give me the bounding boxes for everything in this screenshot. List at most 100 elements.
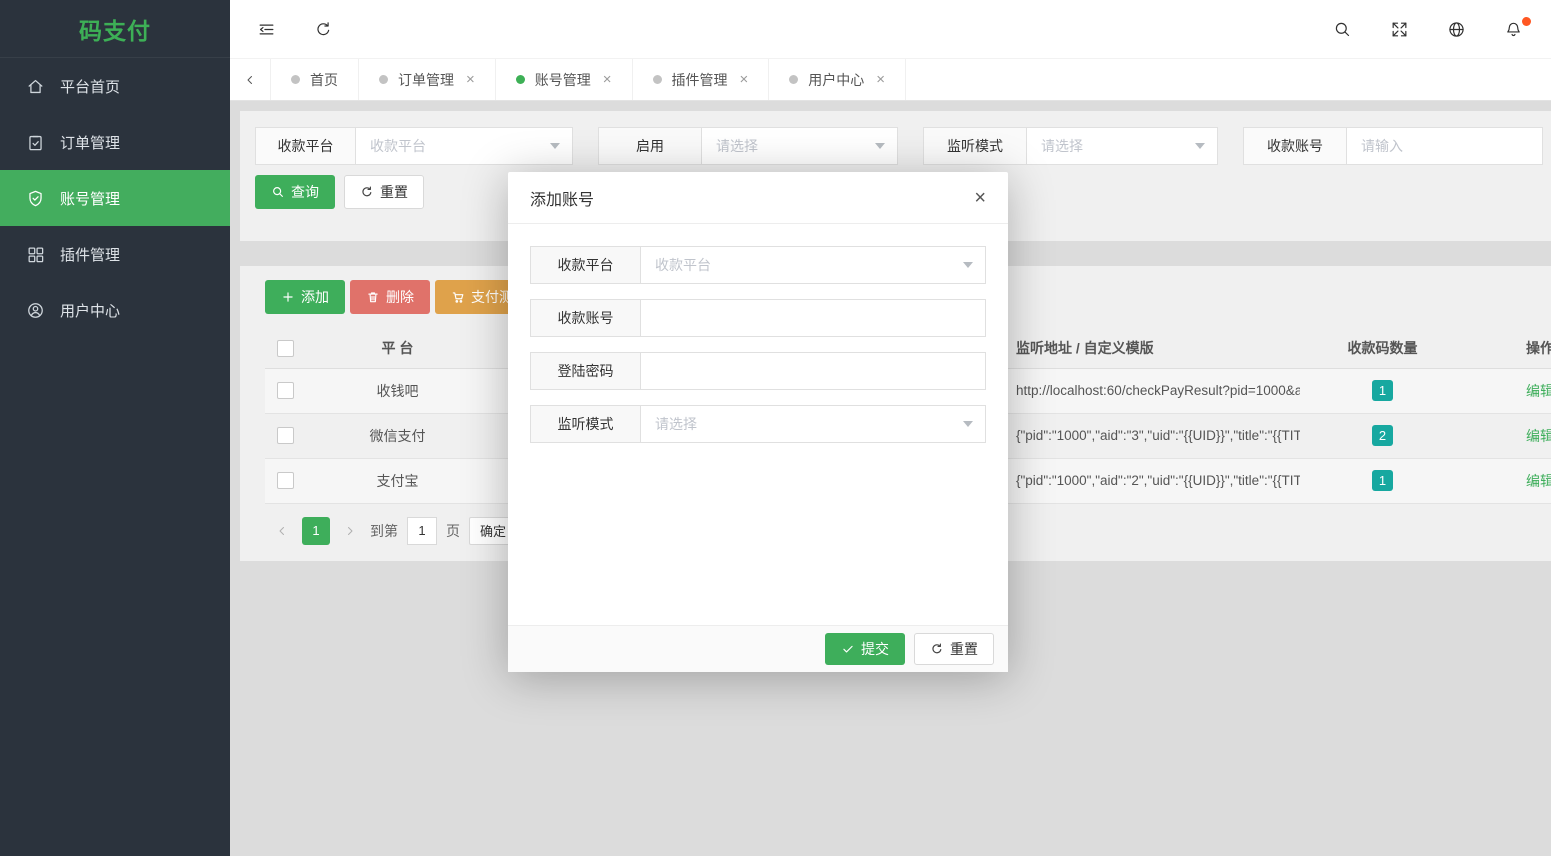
- select-placeholder: 收款平台: [655, 255, 711, 275]
- tab-close-icon[interactable]: ×: [740, 72, 749, 87]
- sidebar-item-user-center[interactable]: 用户中心: [0, 282, 230, 338]
- col-header-platform: 平 台: [305, 328, 490, 368]
- edit-link[interactable]: 编辑: [1526, 473, 1551, 489]
- globe-icon: [1447, 20, 1466, 39]
- add-account-button[interactable]: 添加: [265, 280, 345, 314]
- button-label: 重置: [950, 639, 978, 659]
- tab-close-icon[interactable]: ×: [876, 72, 885, 87]
- account-input[interactable]: [641, 300, 985, 336]
- button-label: 删除: [386, 287, 414, 307]
- row-checkbox[interactable]: [277, 472, 294, 489]
- chevron-down-icon: [875, 143, 885, 149]
- tab-label: 用户中心: [808, 70, 864, 90]
- tab-user-center[interactable]: 用户中心 ×: [769, 59, 906, 100]
- cart-icon: [451, 290, 465, 304]
- search-button[interactable]: [1332, 19, 1352, 39]
- modal-submit-button[interactable]: 提交: [825, 633, 905, 665]
- modal-field-platform: 收款平台 收款平台: [530, 246, 986, 284]
- refresh-page-button[interactable]: [313, 19, 333, 39]
- cell-listen: {"pid":"1000","aid":"3","uid":"{{UID}}",…: [1010, 413, 1300, 458]
- listen-mode-select[interactable]: 请选择: [641, 406, 985, 442]
- select-placeholder: 请选择: [1041, 136, 1083, 156]
- tab-accounts[interactable]: 账号管理 ×: [496, 59, 633, 100]
- row-checkbox[interactable]: [277, 382, 294, 399]
- platform-select[interactable]: 收款平台: [641, 247, 985, 283]
- button-label: 提交: [861, 639, 889, 659]
- tab-bar: 首页 订单管理 × 账号管理 × 插件管理 × 用户中心 ×: [230, 58, 1551, 101]
- filter-platform-select[interactable]: 收款平台: [356, 128, 572, 164]
- edit-link[interactable]: 编辑: [1526, 383, 1551, 399]
- prev-page-button[interactable]: [271, 517, 293, 545]
- filter-listen-mode: 监听模式 请选择: [923, 127, 1218, 165]
- chevron-right-icon: [344, 525, 356, 537]
- next-page-button[interactable]: [339, 517, 361, 545]
- refresh-icon: [314, 20, 333, 39]
- tab-label: 插件管理: [672, 70, 728, 90]
- plugin-grid-icon: [26, 245, 45, 264]
- page-number-button[interactable]: 1: [302, 517, 330, 545]
- tab-dot: [291, 75, 300, 84]
- qr-count-badge: 1: [1372, 380, 1393, 401]
- order-clipboard-icon: [26, 133, 45, 152]
- tab-label: 订单管理: [398, 70, 454, 90]
- bell-icon: [1504, 20, 1523, 39]
- search-icon: [271, 185, 285, 199]
- cell-listen: http://localhost:60/checkPayResult?pid=1…: [1010, 368, 1300, 413]
- tab-orders[interactable]: 订单管理 ×: [359, 59, 496, 100]
- modal-close-icon[interactable]: ×: [974, 188, 986, 208]
- tab-home[interactable]: 首页: [271, 59, 359, 100]
- password-input[interactable]: [641, 353, 985, 389]
- field-label: 收款账号: [531, 300, 641, 336]
- sidebar-item-home[interactable]: 平台首页: [0, 58, 230, 114]
- field-label: 收款平台: [531, 247, 641, 283]
- edit-link[interactable]: 编辑: [1526, 428, 1551, 444]
- menu-collapse-button[interactable]: [256, 19, 276, 39]
- sidebar-item-orders[interactable]: 订单管理: [0, 114, 230, 170]
- chevron-left-icon: [276, 525, 288, 537]
- sidebar-item-accounts[interactable]: 账号管理: [0, 170, 230, 226]
- filter-enabled: 启用 请选择: [598, 127, 898, 165]
- button-label: 重置: [380, 182, 408, 202]
- tab-label: 账号管理: [535, 70, 591, 90]
- sidebar: 码支付 平台首页 订单管理 账号管理 插件管理 用户中心: [0, 0, 230, 856]
- tab-plugins[interactable]: 插件管理 ×: [633, 59, 770, 100]
- tab-dot: [789, 75, 798, 84]
- filter-reset-button[interactable]: 重置: [344, 175, 424, 209]
- filter-enabled-select[interactable]: 请选择: [702, 128, 897, 164]
- notifications-button[interactable]: [1503, 19, 1523, 39]
- goto-page-input[interactable]: [407, 517, 437, 545]
- modal-reset-button[interactable]: 重置: [914, 633, 994, 665]
- tabs-back-button[interactable]: [230, 59, 271, 100]
- filter-listen-mode-label: 监听模式: [924, 128, 1027, 164]
- menu-collapse-icon: [257, 20, 276, 39]
- modal-title: 添加账号: [530, 186, 594, 210]
- sidebar-item-plugins[interactable]: 插件管理: [0, 226, 230, 282]
- search-submit-button[interactable]: 查询: [255, 175, 335, 209]
- modal-field-account: 收款账号: [530, 299, 986, 337]
- cell-platform: 支付宝: [305, 458, 490, 503]
- qr-count-badge: 2: [1372, 425, 1393, 446]
- plus-icon: [281, 290, 295, 304]
- tab-close-icon[interactable]: ×: [466, 72, 475, 87]
- filter-listen-mode-select[interactable]: 请选择: [1027, 128, 1217, 164]
- chevron-down-icon: [963, 421, 973, 427]
- tab-label: 首页: [310, 70, 338, 90]
- tab-dot: [653, 75, 662, 84]
- sidebar-item-label: 账号管理: [60, 188, 120, 209]
- user-circle-icon: [26, 301, 45, 320]
- tab-close-icon[interactable]: ×: [603, 72, 612, 87]
- select-placeholder: 请选择: [655, 414, 697, 434]
- row-checkbox[interactable]: [277, 427, 294, 444]
- account-search-input[interactable]: [1347, 128, 1542, 164]
- select-all-checkbox[interactable]: [277, 340, 294, 357]
- refresh-icon: [930, 642, 944, 656]
- select-placeholder: 收款平台: [370, 136, 426, 156]
- cell-platform: 微信支付: [305, 413, 490, 458]
- language-globe-button[interactable]: [1446, 19, 1466, 39]
- delete-button[interactable]: 删除: [350, 280, 430, 314]
- col-header-listen: 监听地址 / 自定义模版: [1010, 328, 1300, 368]
- chevron-left-icon: [244, 74, 256, 86]
- fullscreen-icon: [1390, 20, 1409, 39]
- cell-platform: 收钱吧: [305, 368, 490, 413]
- fullscreen-button[interactable]: [1389, 19, 1409, 39]
